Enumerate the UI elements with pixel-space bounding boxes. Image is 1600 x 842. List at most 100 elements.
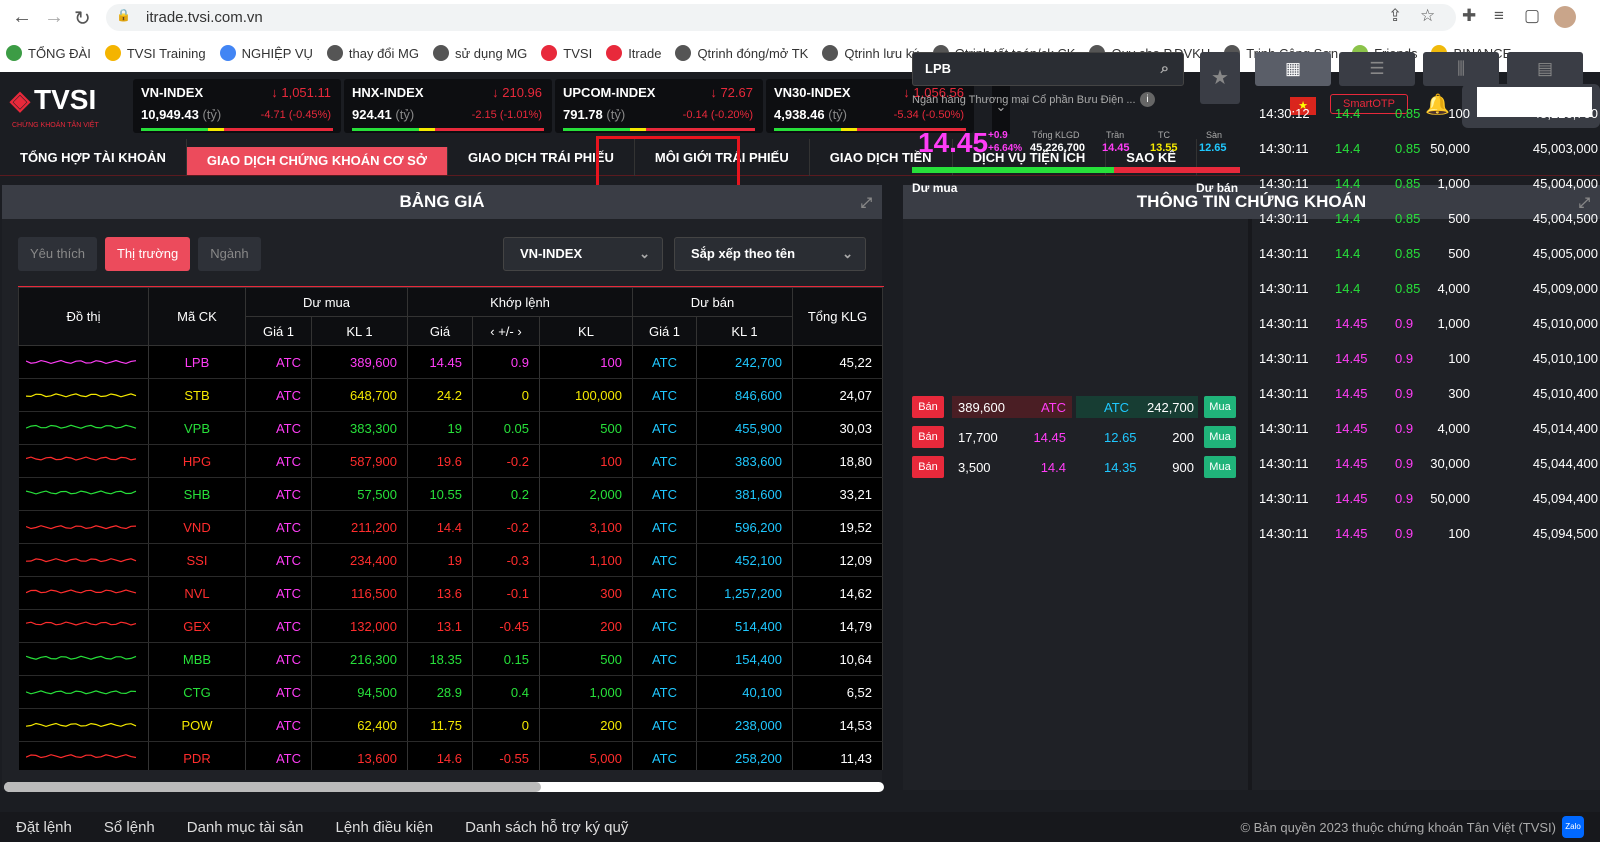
table-row[interactable]: SSI ATC 234,400 19 -0.3 1,100 ATC 452,100 12,09 <box>18 543 883 577</box>
symbol-cell[interactable]: CTG <box>148 675 246 709</box>
footer-tab[interactable]: Danh mục tài sản <box>171 819 320 836</box>
media-icon[interactable]: ≡ <box>1494 6 1504 26</box>
symbol-search-input[interactable]: LPB ⌕ <box>912 52 1184 86</box>
footer-tab[interactable]: Danh sách hỗ trợ ký quỹ <box>449 819 644 836</box>
board-tab[interactable]: Yêu thích <box>18 237 97 271</box>
horizontal-scrollbar[interactable] <box>4 782 884 792</box>
footer-tab[interactable]: Sổ lệnh <box>88 819 171 836</box>
menu-item[interactable]: TỔNG HỢP TÀI KHOẢN <box>0 138 187 176</box>
trade-change: 0.85 <box>1395 176 1421 191</box>
symbol-cell[interactable]: LPB <box>148 345 246 379</box>
index-ticker[interactable]: UPCOM-INDEX ↓ 72.67 791.78 (tỷ) -0.14 (-0.2… <box>555 79 763 133</box>
symbol-cell[interactable]: HPG <box>148 444 246 478</box>
bookmark-item[interactable]: thay đổi MG <box>326 45 419 61</box>
table-row[interactable]: VND ATC 211,200 14.4 -0.2 3,100 ATC 596,200 19,5… <box>18 510 883 544</box>
sell-button[interactable]: Bán <box>912 456 944 478</box>
report-view-icon[interactable]: ▤ <box>1507 52 1583 86</box>
table-row[interactable]: PDR ATC 13,600 14.6 -0.55 5,000 ATC 258,200 11,4… <box>18 741 883 770</box>
profile-avatar[interactable] <box>1554 6 1576 28</box>
symbol-cell[interactable]: PDR <box>148 741 246 770</box>
bookmark-item[interactable]: Qtrinh đóng/mở TK <box>675 45 808 61</box>
sparkline-chart <box>26 753 137 758</box>
index-expand-chevron-icon[interactable]: ⌄ <box>992 80 1010 134</box>
buy-button[interactable]: Mua <box>1204 396 1236 418</box>
search-icon[interactable]: ⌕ <box>1161 53 1169 85</box>
extensions-icon[interactable]: ✚ <box>1462 6 1476 26</box>
table-row[interactable]: MBB ATC 216,300 18.35 0.15 500 ATC 154,400 10,64 <box>18 642 883 676</box>
table-row[interactable]: HPG ATC 587,900 19.6 -0.2 100 ATC 383,600 18,80 <box>18 444 883 478</box>
info-icon[interactable]: i <box>1140 92 1155 107</box>
forward-icon[interactable]: → <box>44 6 64 29</box>
symbol-cell[interactable]: VND <box>148 510 246 544</box>
bookmark-star-icon[interactable]: ☆ <box>1420 6 1435 26</box>
index-select[interactable]: VN-INDEX ⌄ <box>503 237 663 271</box>
symbol-cell[interactable]: GEX <box>148 609 246 643</box>
sell-button[interactable]: Bán <box>912 426 944 448</box>
buy-button[interactable]: Mua <box>1204 426 1236 448</box>
share-icon[interactable]: ⇪ <box>1388 6 1402 26</box>
bookmark-item[interactable]: NGHIỆP VỤ <box>219 45 313 61</box>
zalo-icon[interactable]: Zalo <box>1562 816 1584 838</box>
match-vol-cell: 100 <box>539 444 633 478</box>
sell-button[interactable]: Bán <box>912 396 944 418</box>
trade-volume: 4,000 <box>1437 281 1470 296</box>
table-row[interactable]: STB ATC 648,700 24.2 0 100,000 ATC 846,600 24,07 <box>18 378 883 412</box>
symbol-cell[interactable]: SHB <box>148 477 246 511</box>
bookmark-item[interactable]: sử dụng MG <box>432 45 527 61</box>
reload-icon[interactable]: ↻ <box>74 6 91 31</box>
footer-tab[interactable]: Đặt lệnh <box>0 819 88 836</box>
symbol-cell[interactable]: NVL <box>148 576 246 610</box>
total-vol-cell: 45,22 <box>792 345 883 379</box>
trade-volume: 100 <box>1448 526 1470 541</box>
index-ticker[interactable]: VN30-INDEX ↓ 1,056.56 4,938.46 (tỷ) -5.34 (… <box>766 79 974 133</box>
sidepanel-icon[interactable]: ▢ <box>1524 6 1540 26</box>
bookmark-item[interactable]: Itrade <box>606 45 661 61</box>
url-input[interactable]: itrade.tvsi.com.vn <box>106 4 1456 31</box>
expand-icon[interactable]: ⤢ <box>861 185 872 219</box>
tvsi-logo[interactable]: ◈ TVSI CHỨNG KHOÁN TÂN VIỆT <box>10 84 99 129</box>
bid-price-cell: ATC <box>245 576 312 610</box>
bid-price-cell: ATC <box>245 411 312 445</box>
ask-price-cell: ATC <box>632 576 697 610</box>
back-icon[interactable]: ← <box>12 6 32 29</box>
sparkline-chart <box>26 689 137 694</box>
table-view-icon[interactable]: ▦ <box>1255 52 1331 86</box>
chart-view-icon[interactable]: ⫼ <box>1423 52 1499 86</box>
table-row[interactable]: SHB ATC 57,500 10.55 0.2 2,000 ATC 381,600 33,21 <box>18 477 883 511</box>
trade-row: 14:30:11 14.4 0.85 50,000 45,003,000 <box>1255 132 1600 167</box>
scrollbar-thumb[interactable] <box>4 782 541 792</box>
bookmark-item[interactable]: Qtrinh lưu ký <box>822 45 919 61</box>
favorite-star-icon[interactable]: ★ <box>1200 52 1240 104</box>
index-ticker[interactable]: HNX-INDEX ↓ 210.96 924.41 (tỷ) -2.15 (-1.01… <box>344 79 552 133</box>
bookmark-item[interactable]: TVSI Training <box>104 45 206 61</box>
table-row[interactable]: POW ATC 62,400 11.75 0 200 ATC 238,000 14,53 <box>18 708 883 742</box>
symbol-cell[interactable]: VPB <box>148 411 246 445</box>
table-row[interactable]: LPB ATC 389,600 14.45 0.9 100 ATC 242,700 45,22 <box>18 345 883 379</box>
bid-vol-cell: 211,200 <box>311 510 408 544</box>
match-price-cell: 14.4 <box>407 510 473 544</box>
table-row[interactable]: GEX ATC 132,000 13.1 -0.45 200 ATC 514,400 14,79 <box>18 609 883 643</box>
lock-icon[interactable]: 🔒 <box>116 8 131 22</box>
trade-time: 14:30:11 <box>1259 491 1309 506</box>
buy-button[interactable]: Mua <box>1204 456 1236 478</box>
trade-price: 14.4 <box>1335 281 1361 296</box>
trade-time: 14:30:11 <box>1259 176 1309 191</box>
board-tab[interactable]: Thị trường <box>104 237 191 271</box>
bookmark-item[interactable]: TVSI <box>541 45 592 61</box>
board-tab[interactable]: Ngành <box>198 237 261 271</box>
symbol-cell[interactable]: MBB <box>148 642 246 676</box>
symbol-cell[interactable]: SSI <box>148 543 246 577</box>
symbol-cell[interactable]: POW <box>148 708 246 742</box>
footer-tab[interactable]: Lệnh điều kiện <box>319 819 449 836</box>
sort-select[interactable]: Sắp xếp theo tên ⌄ <box>674 237 866 271</box>
address-bar-row: ← → ↻ itrade.tvsi.com.vn 🔒 ⇪ ☆ ✚ ≡ ▢ <box>0 0 1600 35</box>
index-ticker[interactable]: VN-INDEX ↓ 1,051.11 10,949.43 (tỷ) -4.71 (-… <box>133 79 341 133</box>
symbol-cell[interactable]: STB <box>148 378 246 412</box>
bookmark-item[interactable]: TỔNG ĐÀI <box>6 45 91 61</box>
table-row[interactable]: NVL ATC 116,500 13.6 -0.1 300 ATC 1,257,200 14,6… <box>18 576 883 610</box>
col-match-change: ‹ +/- › <box>472 316 540 346</box>
list-view-icon[interactable]: ☰ <box>1339 52 1415 86</box>
table-row[interactable]: CTG ATC 94,500 28.9 0.4 1,000 ATC 40,100 6,52 <box>18 675 883 709</box>
menu-item[interactable]: GIAO DỊCH CHỨNG KHOÁN CƠ SỞ <box>186 147 448 175</box>
table-row[interactable]: VPB ATC 383,300 19 0.05 500 ATC 455,900 30,03 <box>18 411 883 445</box>
